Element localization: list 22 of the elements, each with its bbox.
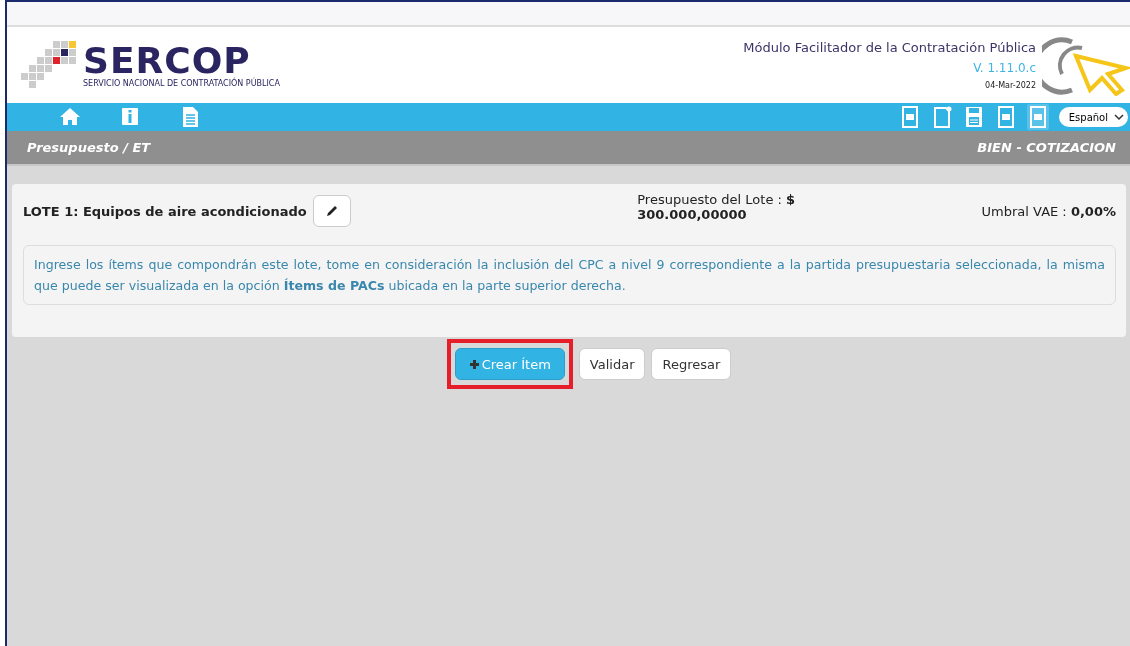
action-button[interactable]: Validar [578, 348, 646, 380]
pencil-icon [324, 204, 339, 218]
threshold-text: Umbral VAE : 0,00% [981, 204, 1116, 219]
info-message: Ingrese los ítems que compondrán este lote, tome en consideración la inclusión del CPC a nivel 9 correspondiente a la partida presupuestaria seleccionada, la misma que puede ser visualizada en la opción Ítems de PACs ubicada en la parte superior derecha. [23, 245, 1116, 305]
pdf-file-icon[interactable] [1026, 104, 1049, 130]
module-title: Módulo Facilitador de la Contratación Pública [743, 40, 1036, 55]
budget-label: Presupuesto del Lote : $ [637, 192, 796, 207]
budget-value: 300.000,00000 [637, 207, 748, 222]
process-type-text: BIEN - COTIZACION [977, 140, 1116, 155]
language-select[interactable]: Español [1058, 107, 1128, 127]
lot-title: LOTE 1: Equipos de aire acondicionado [23, 204, 307, 219]
version-text: V. 1.11.0.c [973, 61, 1036, 75]
logo-text: SERCOP [83, 42, 251, 79]
chevron-down-icon [1114, 113, 1124, 121]
plus-icon [468, 358, 480, 370]
date-text: 04-Mar-2022 [985, 81, 1036, 90]
cursor-waves-logo-icon [1042, 34, 1130, 96]
edit-button[interactable] [312, 195, 351, 227]
breadcrumb-text: Presupuesto / ET [27, 140, 151, 155]
logo-squares-icon [21, 41, 77, 89]
logo-subtitle: SERVICIO NACIONAL DE CONTRATACIÓN PÚBLICA [83, 78, 280, 88]
action-button[interactable]: Regresar [651, 348, 732, 380]
